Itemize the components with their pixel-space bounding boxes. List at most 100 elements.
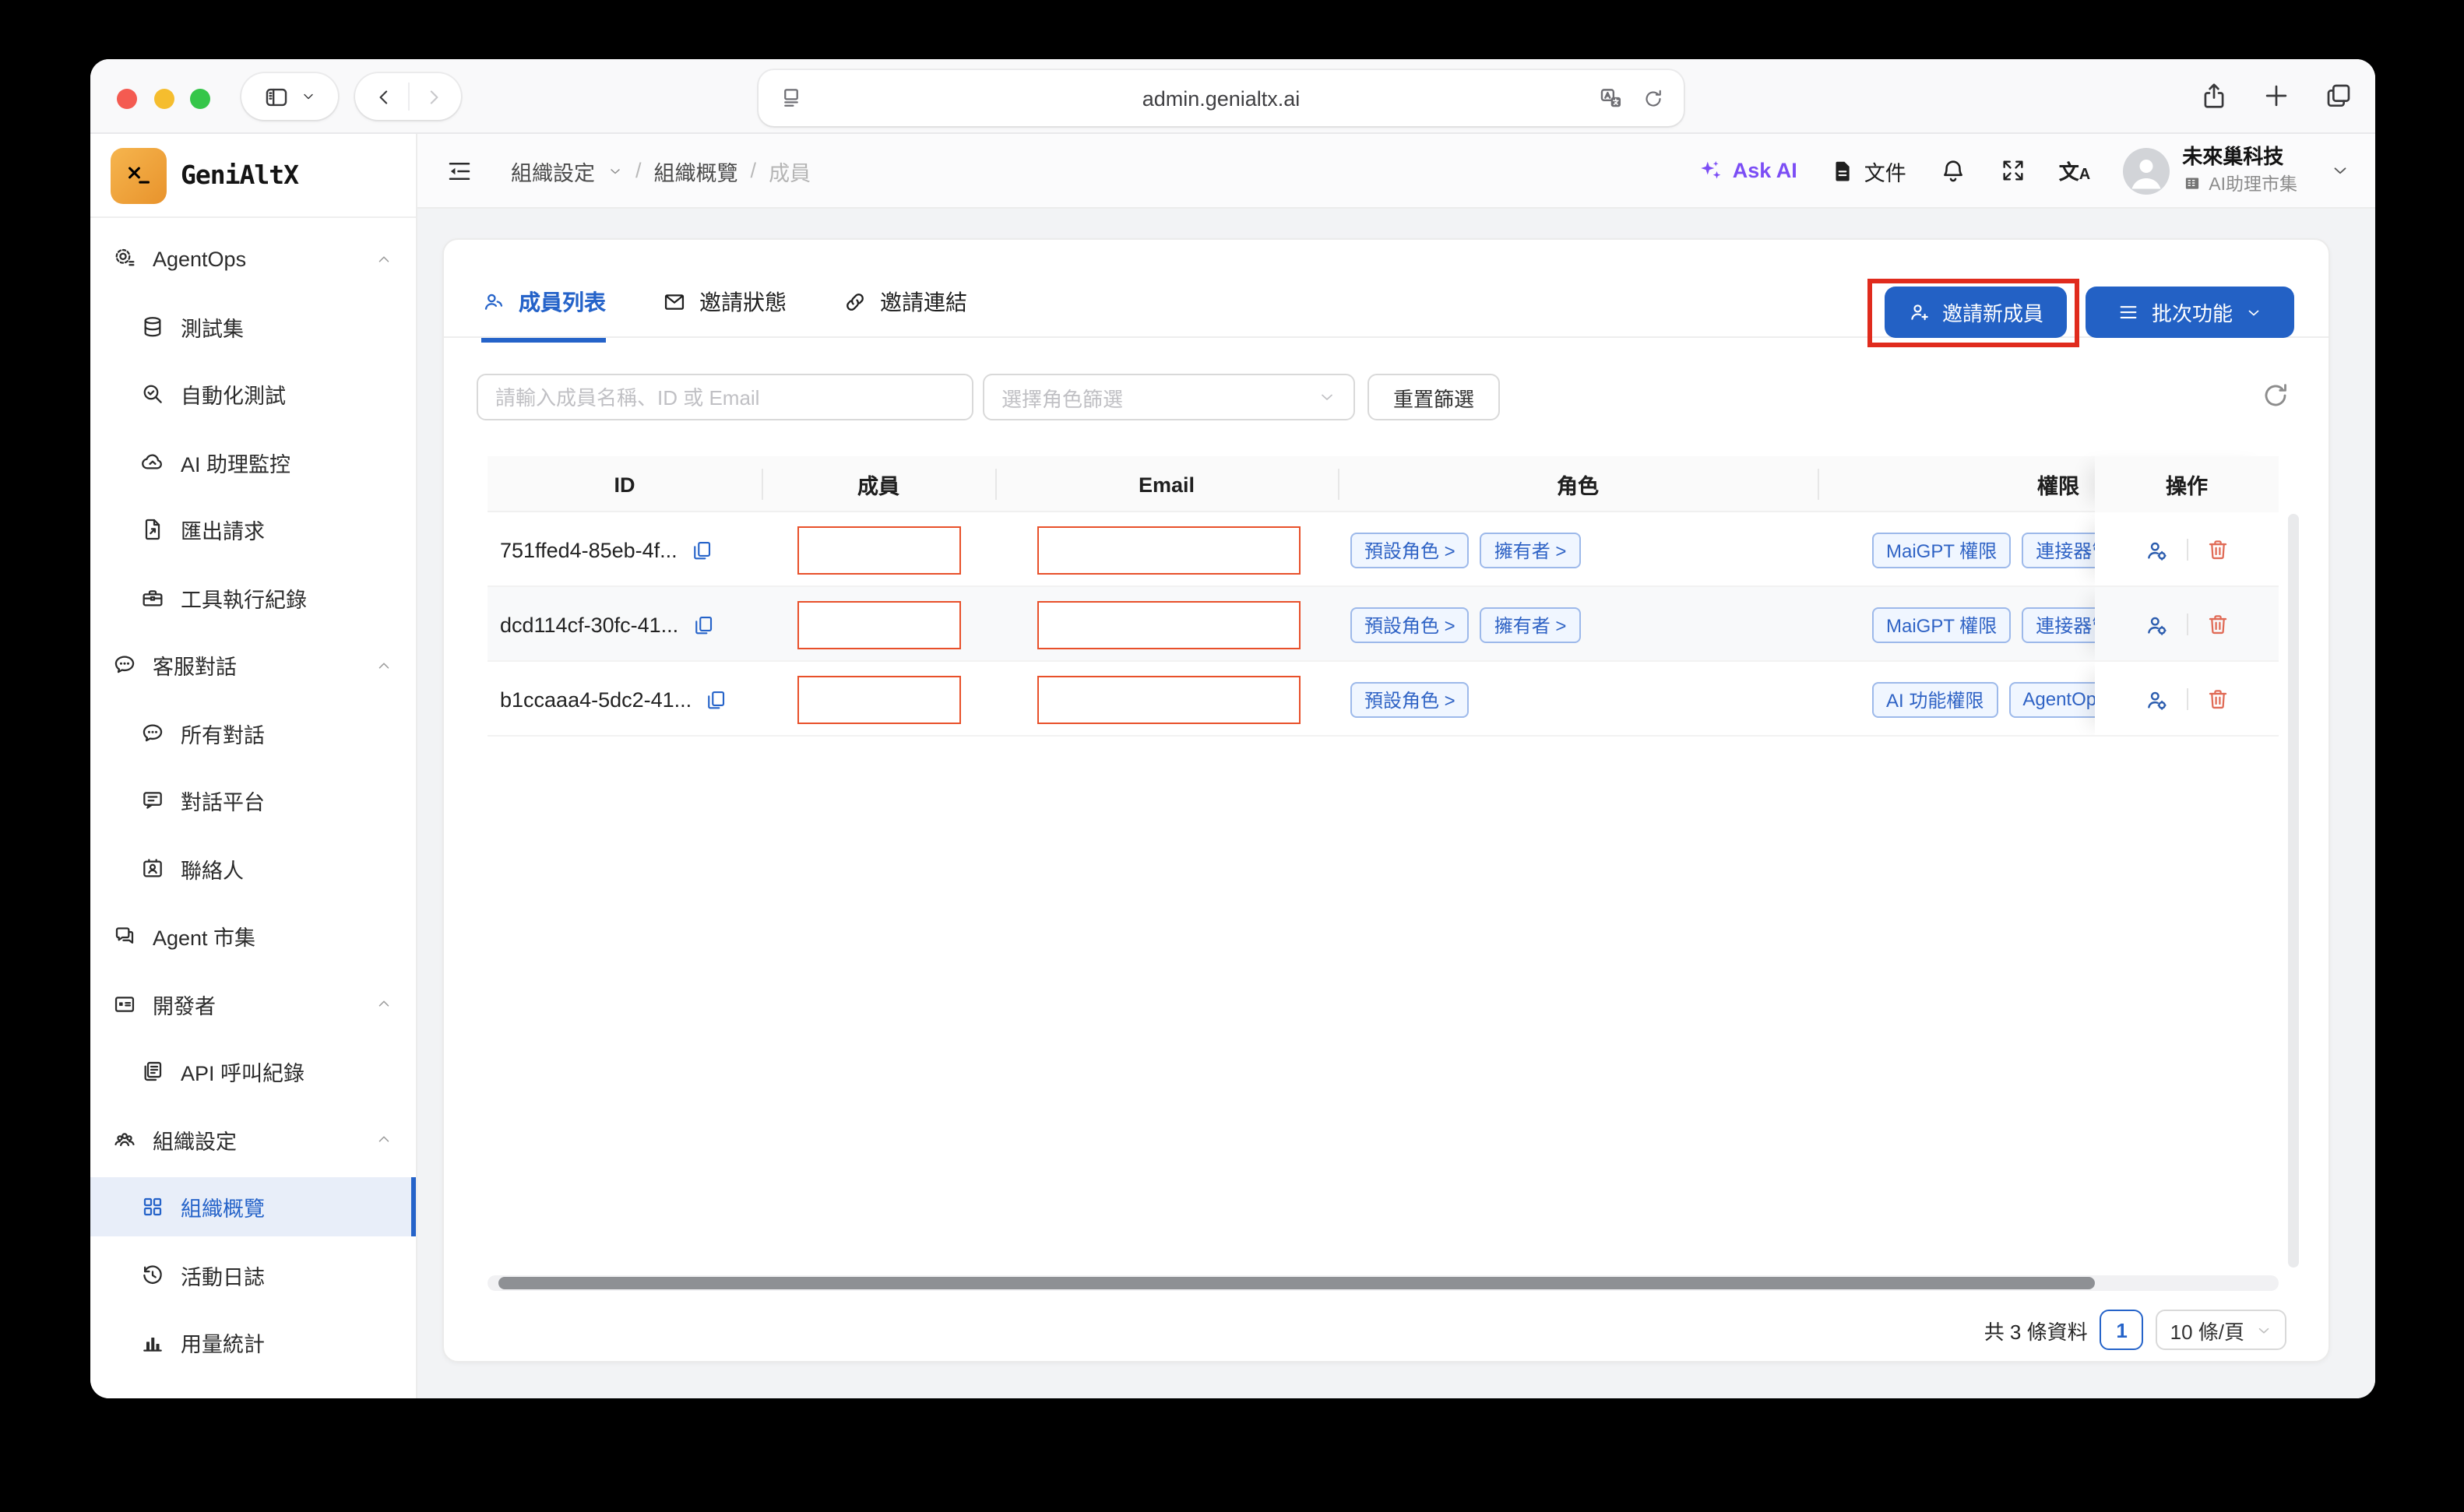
sidebar-item-contacts[interactable]: 聯絡人 xyxy=(90,839,416,898)
sidebar-item-export-requests[interactable]: 匯出請求 xyxy=(90,500,416,559)
sidebar-item-agent-market[interactable]: Agent 市集 xyxy=(90,906,416,965)
col-header-id: ID xyxy=(488,456,762,512)
page-content: 成員列表 邀請狀態 xyxy=(417,209,2375,1398)
role-tag[interactable]: 預設角色 > xyxy=(1350,532,1470,568)
manage-permissions-icon[interactable] xyxy=(2143,611,2170,638)
sidebar-item-all-conversations[interactable]: 所有對話 xyxy=(90,703,416,762)
col-header-member: 成員 xyxy=(762,456,995,512)
sidebar-item-test-sets[interactable]: 測試集 xyxy=(90,297,416,356)
chevron-up-icon[interactable] xyxy=(375,995,392,1012)
tab-invite-link[interactable]: 邀請連結 xyxy=(843,287,967,343)
url-text[interactable]: admin.genialtx.ai xyxy=(759,86,1684,110)
collapse-sidebar-icon[interactable] xyxy=(445,156,473,185)
ask-ai-label: Ask AI xyxy=(1733,159,1797,182)
forward-button[interactable] xyxy=(421,85,445,108)
chevron-up-icon[interactable] xyxy=(375,250,392,267)
permission-tag[interactable]: AI 功能權限 xyxy=(1872,681,1998,717)
sidebar-toggle-button[interactable] xyxy=(241,73,338,120)
address-bar[interactable]: admin.genialtx.ai xyxy=(759,70,1684,126)
sidebar-item-label: AgentOps xyxy=(153,247,246,270)
chevron-up-icon[interactable] xyxy=(375,656,392,673)
member-search-input[interactable] xyxy=(477,374,973,420)
ask-ai-button[interactable]: Ask AI xyxy=(1698,157,1797,184)
role-filter-placeholder: 選擇角色篩選 xyxy=(1001,382,1123,412)
sidebar-group-org-settings[interactable]: 組織設定 xyxy=(90,1109,416,1169)
refresh-icon[interactable] xyxy=(2260,380,2291,411)
fullscreen-icon[interactable] xyxy=(2000,157,2026,184)
sidebar-item-auto-test[interactable]: 自動化測試 xyxy=(90,364,416,424)
sidebar-item-ai-monitor[interactable]: AI 助理監控 xyxy=(90,432,416,491)
share-icon[interactable] xyxy=(2199,81,2229,111)
sidebar-item-label: 客服對話 xyxy=(153,649,237,680)
role-tag[interactable]: 預設角色 > xyxy=(1350,681,1470,717)
delete-icon[interactable] xyxy=(2205,612,2230,637)
role-filter-select[interactable]: 選擇角色篩選 xyxy=(983,374,1355,420)
brand-logo-icon xyxy=(111,147,167,203)
delete-icon[interactable] xyxy=(2205,537,2230,562)
org-account[interactable]: 未來巢科技 AI助理市集 xyxy=(2123,146,2297,196)
copy-icon[interactable] xyxy=(691,613,714,636)
col-header-permission: 權限 xyxy=(1818,456,2095,512)
desktop: admin.genialtx.ai xyxy=(0,0,2464,1512)
account-chevron-down-icon[interactable] xyxy=(2330,160,2350,181)
breadcrumb-org-overview[interactable]: 組織概覽 xyxy=(654,155,738,186)
chat-dots-icon xyxy=(112,652,137,677)
invite-member-label: 邀請新成員 xyxy=(1942,297,2043,327)
vertical-scrollbar[interactable] xyxy=(2288,514,2299,1268)
horizontal-scrollbar-track xyxy=(488,1275,2279,1291)
minimize-window-button[interactable] xyxy=(154,89,174,109)
permission-tag[interactable]: MaiGPT 權限 xyxy=(1872,532,2011,568)
role-tag[interactable]: 預設角色 > xyxy=(1350,607,1470,642)
chevron-down-icon[interactable] xyxy=(607,163,623,178)
page-1-button[interactable]: 1 xyxy=(2100,1310,2144,1350)
back-button[interactable] xyxy=(371,85,395,108)
sidebar-group-support-chat[interactable]: 客服對話 xyxy=(90,635,416,694)
brand-block[interactable]: GeniAltX xyxy=(90,134,416,218)
permission-tag[interactable]: MaiGPT 權限 xyxy=(1872,607,2011,642)
delete-icon[interactable] xyxy=(2205,687,2230,712)
new-tab-icon[interactable] xyxy=(2262,81,2291,111)
breadcrumb-org-settings[interactable]: 組織設定 xyxy=(511,155,595,186)
people-icon xyxy=(481,290,506,315)
bar-chart-icon xyxy=(140,1330,165,1355)
reset-filters-button[interactable]: 重置篩選 xyxy=(1368,374,1500,420)
search-check-icon xyxy=(140,382,165,406)
zoom-window-button[interactable] xyxy=(190,89,210,109)
tab-member-list[interactable]: 成員列表 xyxy=(481,287,606,343)
manage-permissions-icon[interactable] xyxy=(2143,536,2170,563)
sidebar-item-activity-log[interactable]: 活動日誌 xyxy=(90,1245,416,1304)
sidebar-item-label: 匯出請求 xyxy=(181,514,265,545)
contact-card-icon xyxy=(140,856,165,881)
translate-badge-icon[interactable] xyxy=(1598,85,1624,111)
sidebar-item-tool-logs[interactable]: 工具執行紀錄 xyxy=(90,568,416,627)
chevron-up-icon[interactable] xyxy=(375,1130,392,1148)
sidebar-group-agentops[interactable]: AgentOps xyxy=(90,229,416,288)
sidebar-item-org-overview[interactable]: 組織概覽 xyxy=(90,1177,416,1236)
table-header: ID 成員 Email 角色 權限 操作 xyxy=(488,456,2279,512)
close-window-button[interactable] xyxy=(117,89,137,109)
reload-icon[interactable] xyxy=(1642,86,1665,110)
bell-icon[interactable] xyxy=(1939,156,1967,185)
docs-button[interactable]: 文件 xyxy=(1830,155,1906,186)
role-tag[interactable]: 擁有者 > xyxy=(1480,532,1581,568)
tab-overview-icon[interactable] xyxy=(2324,81,2353,111)
batch-actions-button[interactable]: 批次功能 xyxy=(2086,287,2294,338)
horizontal-scrollbar-thumb[interactable] xyxy=(498,1277,2095,1289)
sidebar-item-usage-stats[interactable]: 用量統計 xyxy=(90,1313,416,1372)
nav-buttons xyxy=(355,73,461,120)
table-row: 751ffed4-85eb-4f... 預設角色 > 擁有者 > xyxy=(488,512,2279,587)
copy-icon[interactable] xyxy=(704,687,727,711)
tab-invite-status[interactable]: 邀請狀態 xyxy=(662,287,787,343)
sidebar-item-chat-platforms[interactable]: 對話平台 xyxy=(90,771,416,830)
role-tag[interactable]: 擁有者 > xyxy=(1480,607,1581,642)
manage-permissions-icon[interactable] xyxy=(2143,686,2170,712)
page-size-select[interactable]: 10 條/頁 xyxy=(2156,1310,2286,1350)
members-card: 成員列表 邀請狀態 xyxy=(442,238,2330,1363)
team-icon xyxy=(112,1127,137,1152)
grid-icon xyxy=(140,1194,165,1219)
language-switch-icon[interactable]: 文A xyxy=(2059,156,2091,185)
sidebar-group-developer[interactable]: 開發者 xyxy=(90,974,416,1033)
invite-member-button[interactable]: 邀請新成員 xyxy=(1885,287,2067,338)
copy-icon[interactable] xyxy=(690,538,713,561)
sidebar-item-api-logs[interactable]: API 呼叫紀錄 xyxy=(90,1042,416,1101)
